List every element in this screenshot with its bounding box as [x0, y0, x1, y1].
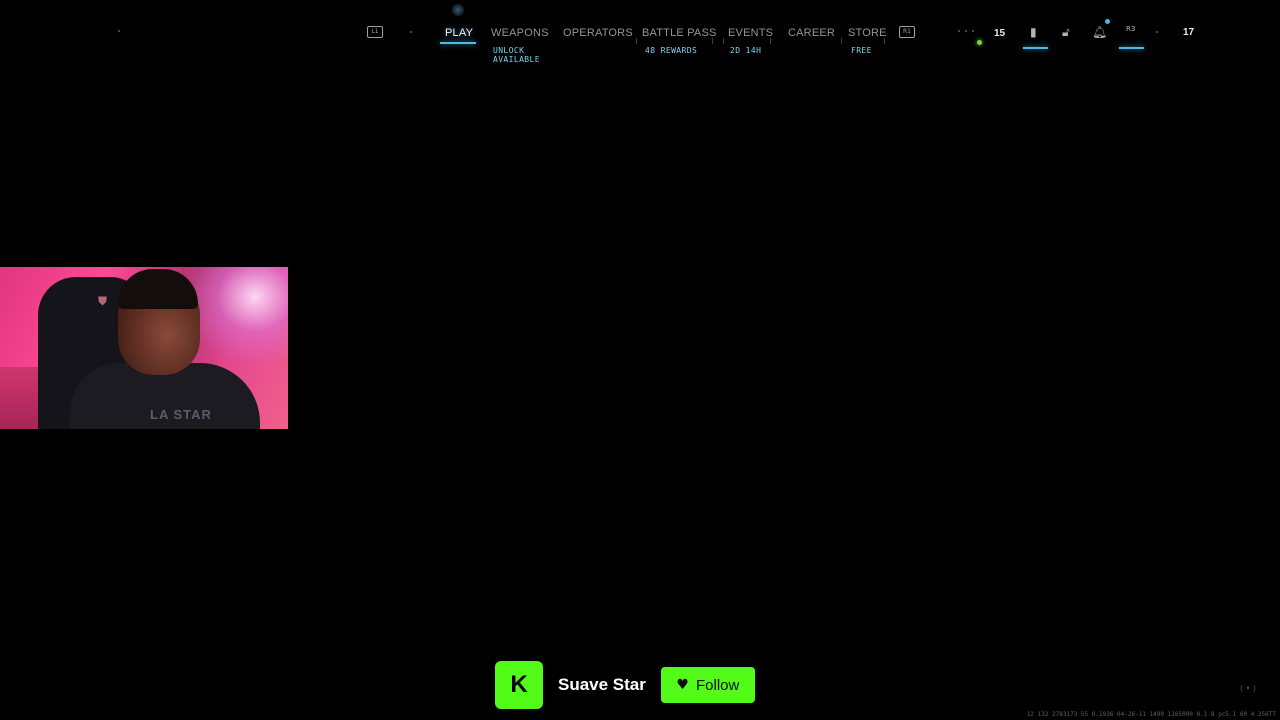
dim-marker [958, 30, 960, 32]
r3-profile-icon[interactable]: R3 [1126, 24, 1135, 36]
tab-events-sub: 2D 14H [730, 46, 762, 55]
tab-separator [636, 38, 637, 44]
dim-marker [1156, 31, 1158, 33]
dim-marker [118, 30, 120, 32]
heart-icon: ♥ [676, 677, 689, 693]
follow-label: Follow [695, 676, 740, 694]
tab-play-underline [440, 42, 476, 44]
kick-follow-bar: K Suave Star ♥ Follow [495, 661, 755, 709]
channel-name[interactable]: Suave Star [558, 675, 646, 695]
dim-marker [972, 30, 974, 32]
tab-separator [770, 38, 771, 44]
party-count: 15 [994, 28, 1006, 39]
profile-underline [1119, 47, 1144, 49]
tab-store-sub: FREE [851, 46, 872, 55]
l1-button-icon[interactable]: L1 [367, 26, 383, 38]
tab-battle-pass[interactable]: BATTLE PASS [642, 27, 717, 39]
tab-separator [723, 38, 724, 44]
r1-button-icon[interactable]: R1 [899, 26, 915, 38]
lock-icon[interactable]: 🔓︎ [1062, 25, 1070, 39]
player-level: 17 [1183, 27, 1195, 38]
tab-separator [841, 38, 842, 44]
screen: L1 PLAY WEAPONS UNLOCK AVAILABLE OPERATO… [0, 0, 1280, 720]
streamer-webcam: ⛊ LA STAR [0, 267, 288, 429]
tab-play[interactable]: PLAY [445, 27, 473, 39]
battery-icon-underline [1023, 47, 1048, 49]
tab-weapons-sub-line2: AVAILABLE [493, 55, 540, 64]
corner-indicator-icon: ( • ) [1240, 684, 1257, 693]
dim-marker [965, 30, 967, 32]
online-status-dot [977, 40, 982, 45]
active-tab-glow [452, 4, 464, 16]
shirt-text: LA STAR [150, 407, 212, 422]
dim-marker [410, 31, 412, 33]
follow-button[interactable]: ♥ Follow [660, 667, 755, 703]
tab-battle-pass-sub: 48 REWARDS [645, 46, 698, 55]
debug-readout: 12 132 2783173 55 0.1936 04-26-11 1490 1… [1026, 711, 1276, 718]
chair-logo-icon: ⛊ [98, 294, 108, 308]
r3-label: R3 [1126, 25, 1136, 33]
tab-weapons[interactable]: WEAPONS [491, 27, 549, 39]
tab-separator [884, 38, 885, 44]
tab-career[interactable]: CAREER [788, 27, 835, 39]
tab-separator [712, 38, 713, 44]
tab-weapons-sub-line1: UNLOCK [493, 46, 525, 55]
battery-icon[interactable]: ▮ [1030, 25, 1037, 39]
tab-events[interactable]: EVENTS [728, 27, 773, 39]
tab-operators[interactable]: OPERATORS [563, 27, 633, 39]
bell-icon[interactable]: 🔔︎ [1092, 25, 1107, 39]
notification-dot [1105, 19, 1110, 24]
kick-logo: K [495, 661, 543, 709]
tab-store[interactable]: STORE [848, 27, 887, 39]
